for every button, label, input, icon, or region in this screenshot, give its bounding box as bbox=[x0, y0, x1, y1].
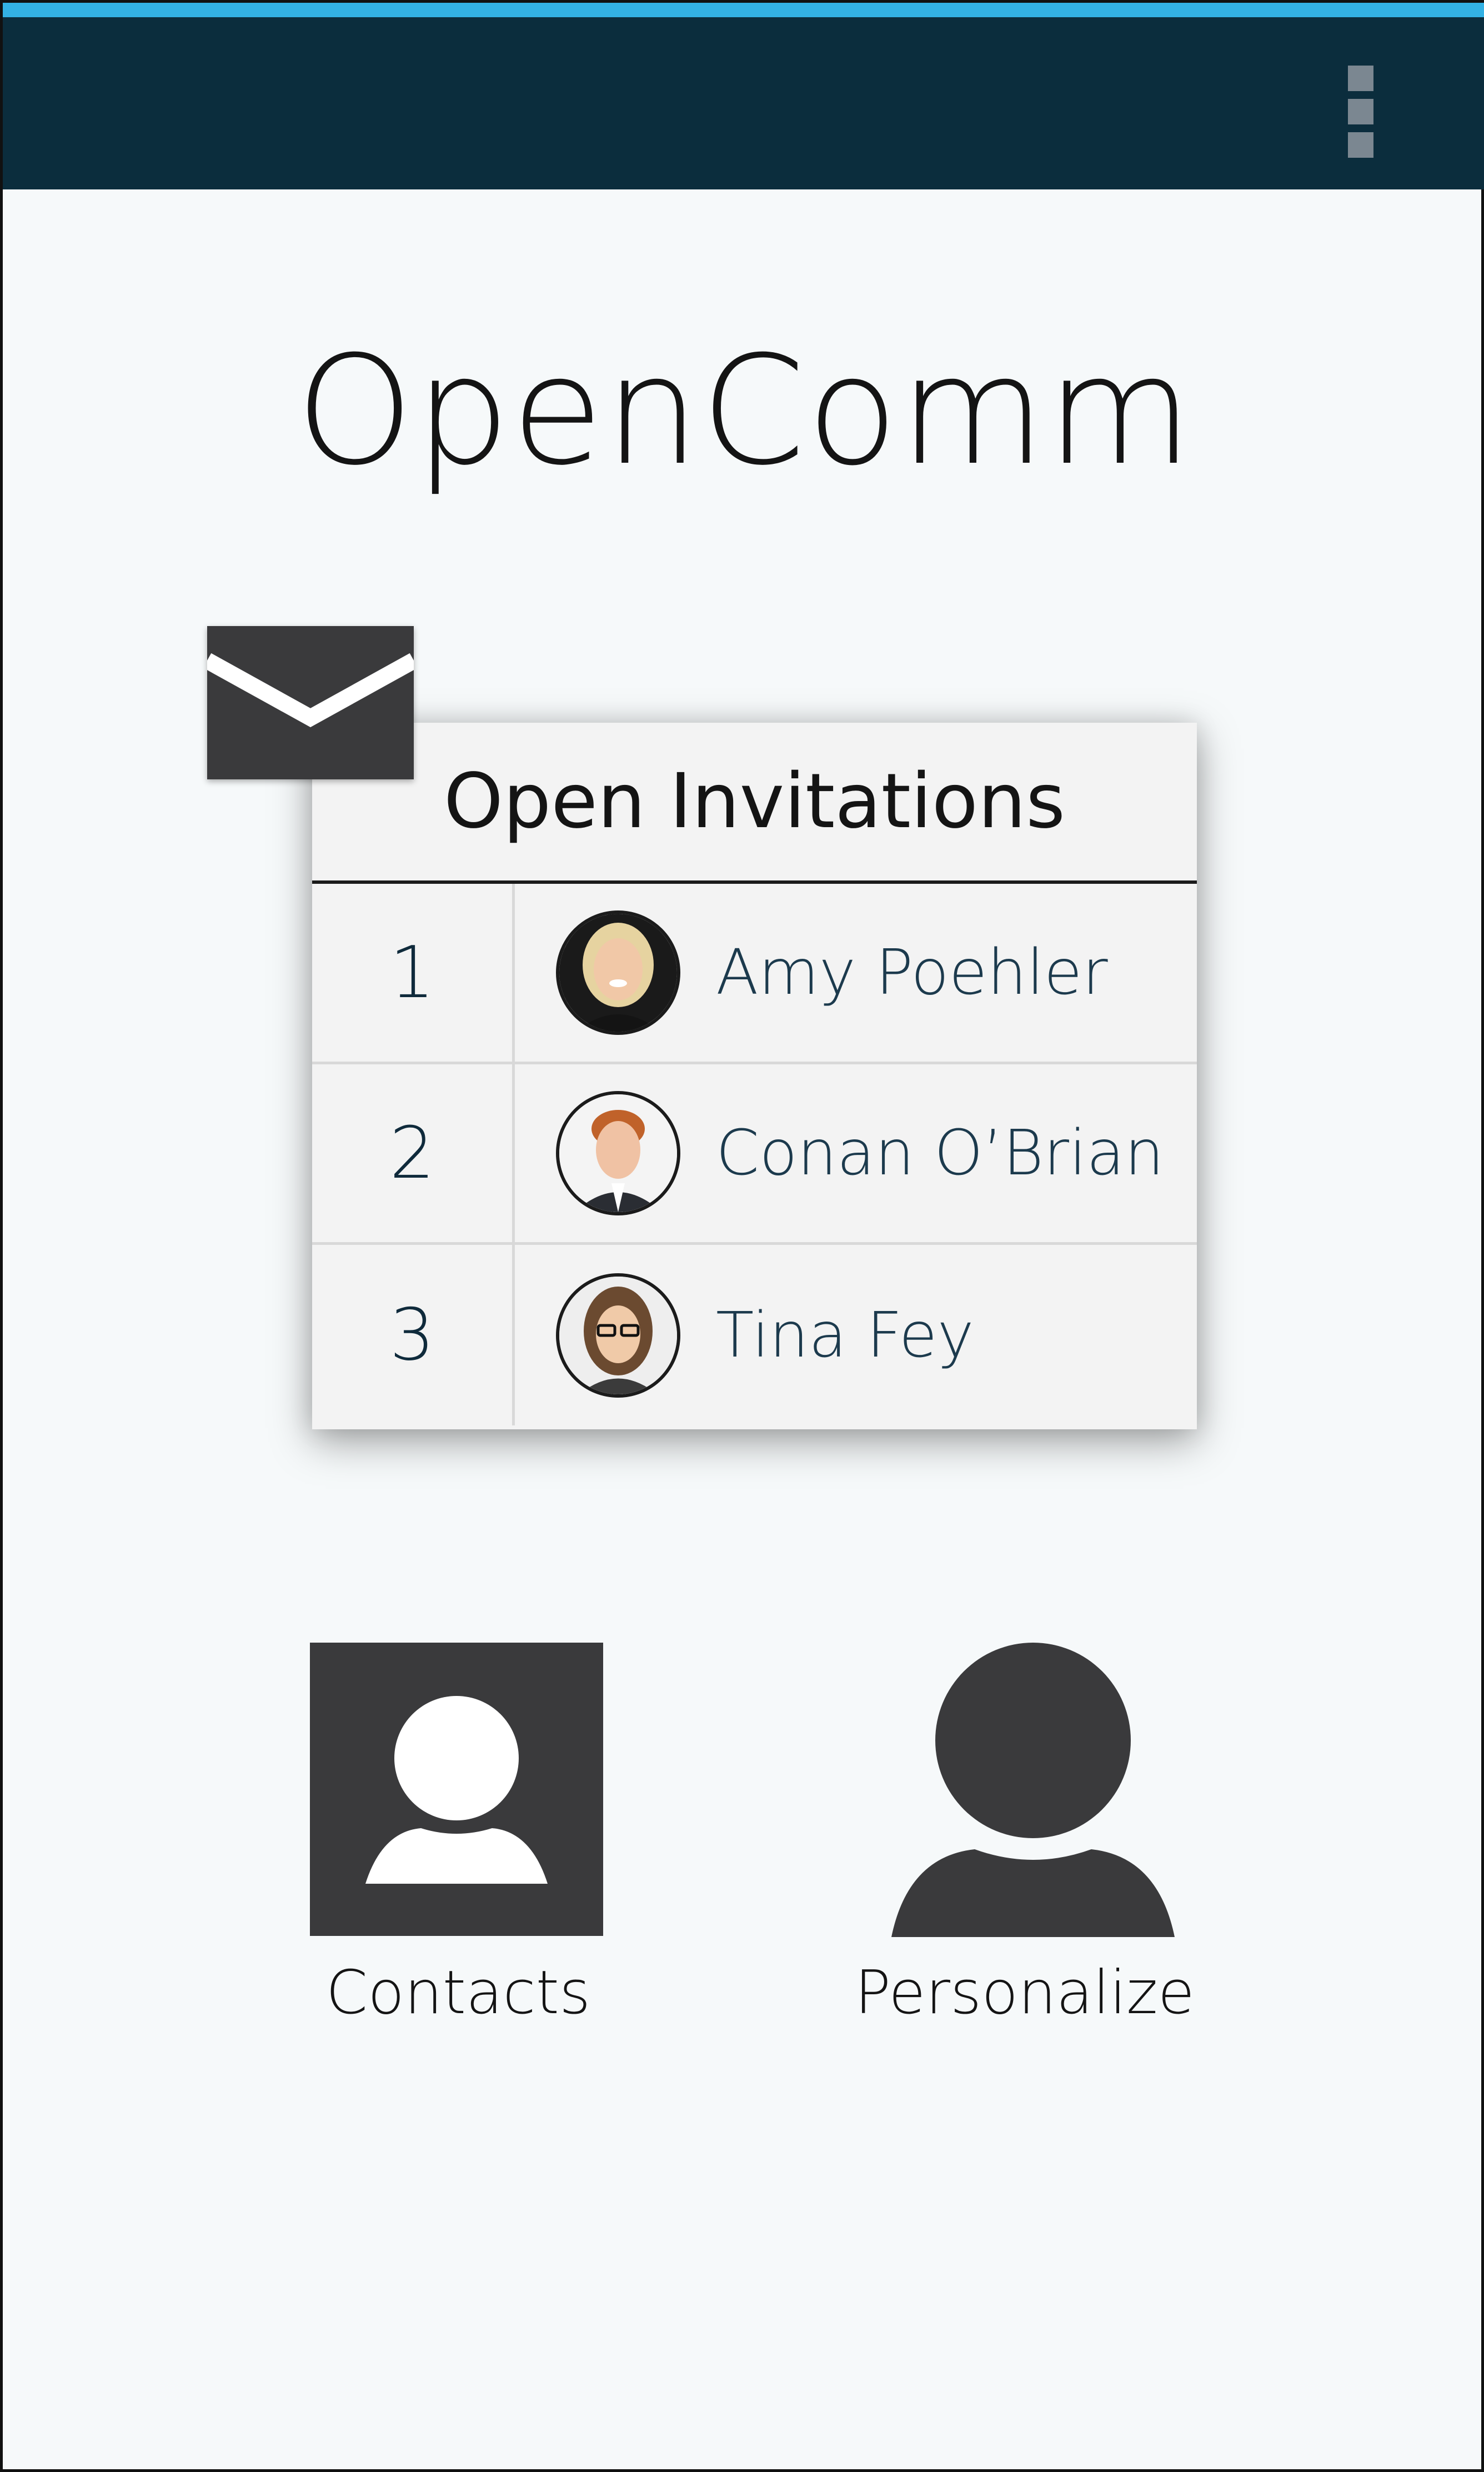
overflow-dot bbox=[1348, 66, 1373, 91]
open-invitations-card: Open Invitations 1 Amy Poehler 2 Conan O… bbox=[312, 723, 1197, 1429]
overflow-dot bbox=[1348, 99, 1373, 124]
personalize-label[interactable]: Personalize bbox=[825, 1958, 1225, 2028]
invitee-name: Conan O’Brian bbox=[716, 1117, 1164, 1189]
invitation-number: 3 bbox=[312, 1245, 515, 1425]
envelope-icon[interactable] bbox=[203, 626, 418, 779]
invitation-row[interactable]: 2 Conan O’Brian bbox=[312, 1064, 1197, 1245]
person-icon[interactable] bbox=[891, 1643, 1175, 1937]
invitations-title: Open Invitations bbox=[312, 723, 1197, 884]
invitation-number: 2 bbox=[312, 1064, 515, 1242]
invitation-row[interactable]: 1 Amy Poehler bbox=[312, 884, 1197, 1064]
avatar bbox=[556, 910, 680, 1035]
avatar bbox=[556, 1273, 680, 1398]
overflow-dot bbox=[1348, 132, 1373, 158]
avatar bbox=[556, 1091, 680, 1215]
envelope-flap bbox=[203, 653, 418, 728]
invitee-name: Amy Poehler bbox=[716, 937, 1108, 1009]
status-accent-bar bbox=[3, 3, 1484, 17]
app-bar bbox=[3, 17, 1484, 189]
invitation-number: 1 bbox=[312, 884, 515, 1062]
contacts-person-glyph bbox=[365, 1696, 548, 1884]
invitee-name: Tina Fey bbox=[716, 1299, 974, 1372]
contacts-icon[interactable] bbox=[310, 1643, 603, 1936]
overflow-menu-icon[interactable] bbox=[1338, 56, 1383, 167]
app-title: OpenComm bbox=[295, 323, 1194, 498]
invitation-row[interactable]: 3 Tina Fey bbox=[312, 1245, 1197, 1425]
contacts-label[interactable]: Contacts bbox=[286, 1958, 630, 2028]
app-screen: OpenComm Open Invitations 1 Amy Poehler bbox=[0, 0, 1484, 2472]
